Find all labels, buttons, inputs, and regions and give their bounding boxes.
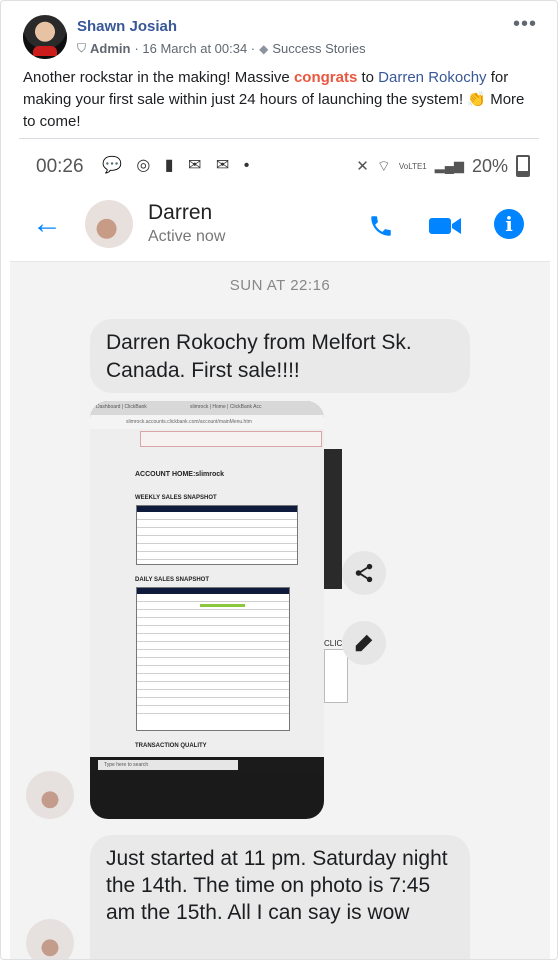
post-text-pre: Another rockstar in the making! Massive [23,69,294,86]
divider [19,138,539,139]
message-bubble[interactable]: Darren Rokochy from Melfort Sk. Canada. … [90,319,470,393]
facebook-post: Shawn Josiah ⛉ Admin · 16 March at 00:34… [0,0,558,960]
author-name[interactable]: Shawn Josiah [77,18,177,35]
volte-label: VoLTE1 [398,161,427,171]
contact-avatar[interactable] [85,200,133,248]
contact-name[interactable]: Darren [148,201,212,225]
post-meta: ⛉ Admin · 16 March at 00:34 · ◆ Success … [77,41,366,56]
table-row [137,528,297,536]
more-dots-icon[interactable]: ••• [513,13,537,36]
notification-icons: 💬 ◎ ▮ ✉ ✉ • [102,157,255,174]
table-row [137,544,297,552]
phone-call-icon[interactable] [368,213,394,239]
table-row [137,618,289,626]
message-bubble[interactable]: Just started at 11 pm. Saturday night th… [90,835,470,959]
author-role: Admin [90,41,131,56]
table-row [137,610,289,618]
photo-taskbar-search: Type here to search [98,760,238,770]
wifi-icon: ⌔ [376,157,391,175]
photo-daily-table [136,587,290,731]
photo-transaction-title: TRANSACTION QUALITY [135,743,207,749]
table-row [137,698,289,706]
share-icon [355,563,373,583]
tag-icon: ◆ [259,41,269,56]
edit-button[interactable] [342,621,386,665]
post-text-highlight[interactable]: congrats [294,69,357,86]
photo-attachment[interactable]: Dashboard | ClickBank slimrock | Home | … [90,401,324,819]
back-arrow-icon[interactable]: ← [32,207,62,241]
trend-bar [200,604,245,607]
message-text: Just started at 11 pm. Saturday night th… [106,847,448,924]
video-call-icon[interactable] [428,213,462,239]
photo-tabbar: Dashboard | ClickBank slimrock | Home | … [90,401,324,415]
photo-screen: Dashboard | ClickBank slimrock | Home | … [90,401,324,757]
table-row [137,512,297,520]
author-avatar[interactable] [23,15,67,59]
post-topic[interactable]: Success Stories [272,41,365,56]
photo-url: slimrock.accounts.clickbank.com/account/… [126,419,252,425]
sender-avatar[interactable] [26,919,74,959]
photo-weekly-title: WEEKLY SALES SNAPSHOT [135,495,217,501]
status-time: 00:26 [36,156,84,177]
table-row [137,626,289,634]
messenger-screenshot: 00:26 💬 ◎ ▮ ✉ ✉ • ✕ ⌔ VoLTE1 ▂▄▆ 20% ← D… [10,143,550,959]
side-box [324,649,348,703]
table-row [137,552,297,560]
table-row [137,520,297,528]
photo-weekly-table [136,505,298,565]
signal-icon: ▂▄▆ [434,158,464,173]
message-text: Darren Rokochy from Melfort Sk. Canada. … [106,331,412,382]
chat-header: ← Darren Active now i [10,193,550,262]
status-bar: 00:26 💬 ◎ ▮ ✉ ✉ • ✕ ⌔ VoLTE1 ▂▄▆ 20% [10,143,550,193]
status-right: ✕ ⌔ VoLTE1 ▂▄▆ 20% [356,155,530,177]
pencil-icon [355,634,373,652]
table-row [137,666,289,674]
message-timestamp: SUN AT 22:16 [229,277,331,294]
post-date[interactable]: · 16 March at 00:34 · [134,41,255,56]
table-row [137,642,289,650]
photo-urlbar: slimrock.accounts.clickbank.com/account/… [90,415,324,429]
post-text-mid: to [357,69,379,86]
post-header: Shawn Josiah ⛉ Admin · 16 March at 00:34… [23,13,543,65]
table-row [137,690,289,698]
table-row [137,674,289,682]
info-icon[interactable]: i [494,209,524,239]
mute-icon: ✕ [356,158,369,175]
contact-status: Active now [148,228,226,245]
table-row [137,658,289,666]
table-row [137,706,289,714]
table-row [137,634,289,642]
side-block [324,449,342,589]
photo-daily-title: DAILY SALES SNAPSHOT [135,577,210,583]
photo-account-home: ACCOUNT HOME:slimrock [135,471,225,478]
table-row [137,682,289,690]
photo-taskbar: Type here to search [90,757,324,773]
table-row [137,536,297,544]
post-text: Another rockstar in the making! Massive … [23,67,538,133]
photo-banner [140,431,322,447]
photo-tab-1: Dashboard | ClickBank [96,404,147,410]
battery-icon [516,155,530,177]
sender-avatar[interactable] [26,771,74,819]
battery-percent: 20% [471,155,508,176]
table-row [137,650,289,658]
photo-tab-2: slimrock | Home | ClickBank Acc [190,404,262,410]
mentioned-user-link[interactable]: Darren Rokochy [378,69,486,86]
share-button[interactable] [342,551,386,595]
table-row [137,594,289,602]
shield-icon: ⛉ [77,41,87,55]
